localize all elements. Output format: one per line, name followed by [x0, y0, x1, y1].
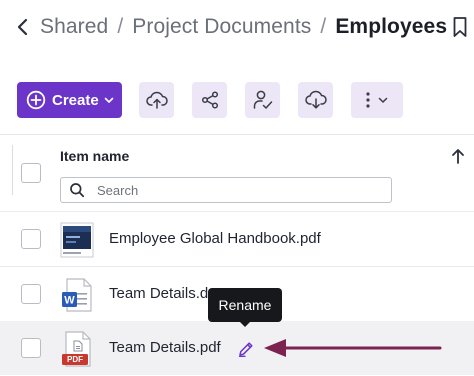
assign-user-button[interactable]	[245, 82, 280, 118]
tooltip-caret	[239, 321, 251, 327]
column-header-item-name[interactable]: Item name	[60, 148, 129, 164]
pdf-preview-thumbnail-icon	[60, 222, 94, 258]
breadcrumb-current-employees: Employees	[335, 15, 448, 38]
back-chevron-icon[interactable]	[14, 16, 32, 38]
more-actions-button[interactable]	[351, 82, 403, 118]
breadcrumb-separator: /	[320, 15, 327, 38]
share-button[interactable]	[192, 82, 227, 118]
table-row[interactable]: Employee Global Handbook.pdf	[0, 212, 474, 266]
file-name[interactable]: Team Details.d	[109, 285, 208, 302]
annotation-arrow	[264, 339, 442, 357]
rename-button[interactable]	[233, 336, 259, 362]
cloud-upload-icon	[145, 91, 168, 109]
search-field[interactable]	[60, 177, 392, 203]
pencil-icon	[238, 342, 253, 357]
row-checkbox[interactable]	[21, 284, 41, 304]
share-icon	[201, 91, 218, 109]
column-divider	[12, 145, 13, 195]
plus-circle-icon	[26, 90, 46, 110]
search-input[interactable]	[97, 182, 377, 198]
user-check-icon	[253, 90, 272, 109]
chevron-down-icon	[104, 97, 114, 103]
chevron-down-icon	[378, 97, 388, 103]
file-name[interactable]: Team Details.pdf	[109, 339, 221, 356]
rename-tooltip: Rename	[208, 288, 282, 322]
breadcrumb-item-project-documents[interactable]: Project Documents	[132, 15, 311, 39]
breadcrumb: Shared / Project Documents / Employees	[40, 14, 447, 40]
cloud-download-icon	[304, 90, 327, 109]
row-checkbox[interactable]	[21, 229, 41, 249]
header-bar: Shared / Project Documents / Employees	[0, 0, 474, 54]
select-all-checkbox[interactable]	[21, 163, 41, 183]
pdf-badge-label: PDF	[67, 355, 83, 364]
create-button-label: Create	[52, 91, 99, 109]
breadcrumb-item-shared[interactable]: Shared	[40, 15, 108, 39]
svg-text:W: W	[64, 295, 75, 307]
file-name[interactable]: Employee Global Handbook.pdf	[109, 230, 321, 247]
row-checkbox[interactable]	[21, 338, 41, 358]
download-button[interactable]	[298, 82, 333, 118]
word-document-icon: W	[62, 278, 92, 312]
create-button[interactable]: Create	[17, 82, 122, 118]
upload-button[interactable]	[139, 82, 174, 118]
table-header: Item name	[0, 135, 474, 213]
search-icon	[70, 183, 85, 198]
breadcrumb-separator: /	[117, 15, 124, 38]
sort-ascending-arrow-icon[interactable]	[450, 147, 466, 165]
bookmark-icon[interactable]	[452, 16, 468, 38]
more-vertical-icon	[366, 92, 370, 108]
